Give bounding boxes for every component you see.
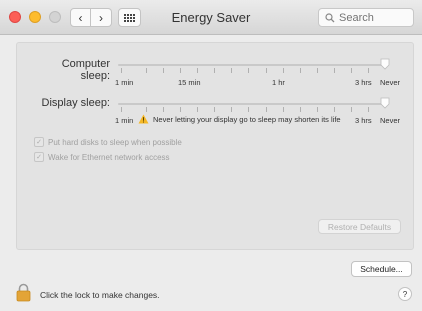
slider-tick: [146, 107, 147, 112]
slider-tick: [248, 107, 249, 112]
warning-icon: [138, 114, 149, 124]
slider-tick: [214, 107, 215, 112]
ethernet-wake-label: Wake for Ethernet network access: [48, 152, 170, 162]
slider-tick: [334, 68, 335, 73]
display-sleep-warning: Never letting your display go to sleep m…: [138, 114, 341, 124]
search-field[interactable]: [318, 8, 414, 27]
computer-sleep-slider[interactable]: [118, 64, 384, 66]
search-input[interactable]: [339, 11, 409, 24]
slider-tick: [317, 107, 318, 112]
slider-tick: [214, 68, 215, 73]
slider-tick: [163, 68, 164, 73]
display-sleep-tick-never: Never: [380, 116, 401, 125]
schedule-button[interactable]: Schedule...: [351, 261, 412, 277]
restore-defaults-button[interactable]: Restore Defaults: [318, 219, 401, 234]
display-sleep-slider[interactable]: [118, 103, 384, 105]
checkmark-icon: ✓: [34, 137, 44, 147]
slider-tick: [368, 107, 369, 112]
search-icon: [325, 12, 335, 22]
ethernet-wake-checkbox[interactable]: ✓ Wake for Ethernet network access: [34, 152, 170, 162]
slider-tick: [317, 68, 318, 73]
slider-tick: [248, 68, 249, 73]
slider-tick: [180, 107, 181, 112]
slider-tick: [231, 107, 232, 112]
slider-tick: [180, 68, 181, 73]
hard-disks-checkbox[interactable]: ✓ Put hard disks to sleep when possible: [34, 137, 182, 147]
slider-tick: [231, 68, 232, 73]
display-sleep-tick-1min: 1 min: [115, 116, 134, 125]
warning-text: Never letting your display go to sleep m…: [153, 114, 341, 124]
computer-sleep-tick-1min: 1 min: [115, 78, 134, 87]
help-button[interactable]: ?: [398, 287, 412, 301]
computer-sleep-slider-thumb[interactable]: [380, 58, 390, 70]
slider-tick: [300, 68, 301, 73]
slider-tick: [283, 68, 284, 73]
display-sleep-slider-thumb[interactable]: [380, 97, 390, 109]
computer-sleep-tick-never: Never: [380, 78, 401, 87]
computer-sleep-label: Computer sleep:: [61, 58, 110, 82]
lock-icon[interactable]: [16, 283, 31, 302]
slider-tick: [146, 68, 147, 73]
display-sleep-tick-3hrs: 3 hrs: [355, 116, 372, 125]
slider-tick: [368, 68, 369, 73]
slider-tick: [121, 68, 122, 73]
display-sleep-label: Display sleep:: [41, 97, 110, 109]
slider-tick: [266, 107, 267, 112]
slider-tick: [283, 107, 284, 112]
title-bar: ‹ › Energy Saver: [0, 0, 422, 35]
slider-tick: [351, 107, 352, 112]
computer-sleep-tick-1hr: 1 hr: [272, 78, 285, 87]
lock-message: Click the lock to make changes.: [40, 290, 160, 300]
slider-tick: [334, 107, 335, 112]
slider-tick: [121, 107, 122, 112]
computer-sleep-tick-15min: 15 min: [178, 78, 201, 87]
hard-disks-label: Put hard disks to sleep when possible: [48, 137, 182, 147]
slider-tick: [163, 107, 164, 112]
slider-tick: [266, 68, 267, 73]
checkmark-icon: ✓: [34, 152, 44, 162]
slider-tick: [300, 107, 301, 112]
computer-sleep-tick-3hrs: 3 hrs: [355, 78, 372, 87]
slider-tick: [197, 107, 198, 112]
slider-tick: [197, 68, 198, 73]
slider-tick: [351, 68, 352, 73]
